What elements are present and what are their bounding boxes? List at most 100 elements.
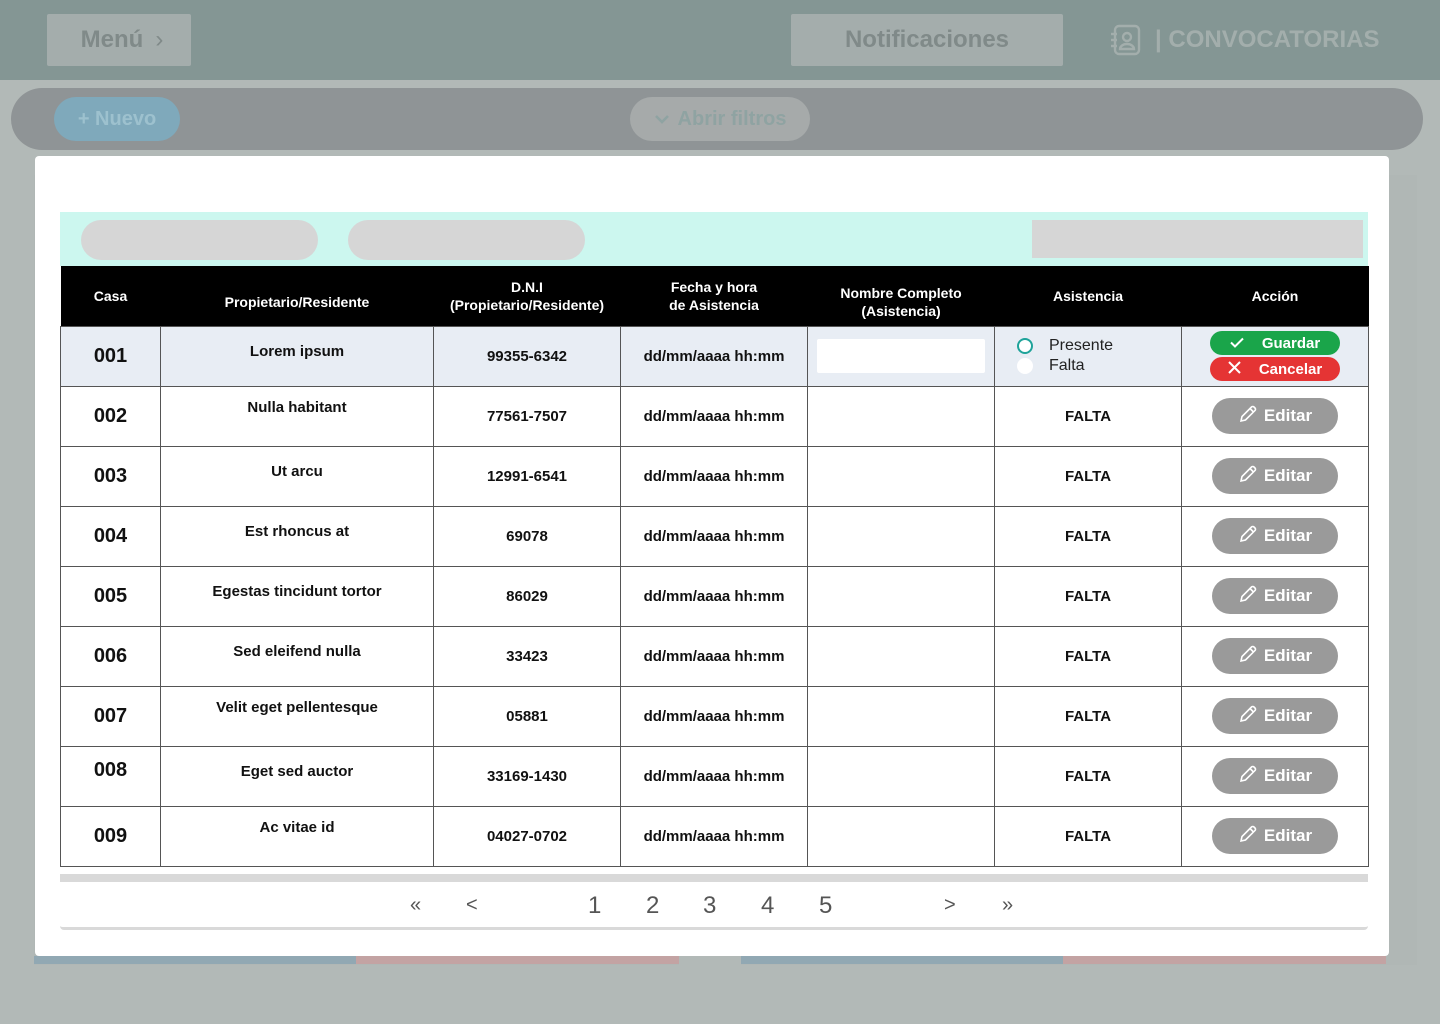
cancel-button[interactable]: Cancelar — [1210, 357, 1340, 381]
name-cell — [807, 745, 995, 807]
next-page-button[interactable]: > — [944, 894, 956, 917]
action-cell: Editar — [1181, 505, 1369, 567]
name-cell — [807, 385, 995, 447]
casa-cell: 001 — [60, 325, 161, 387]
datetime-cell: dd/mm/aaaa hh:mm — [620, 745, 808, 807]
background-strip — [34, 956, 356, 964]
check-icon — [1230, 335, 1244, 352]
chevron-right-icon: › — [155, 26, 164, 53]
background-strip — [1063, 956, 1386, 964]
page-number[interactable]: 2 — [646, 892, 659, 920]
last-page-button[interactable]: » — [1002, 894, 1013, 917]
filter-pill[interactable] — [348, 220, 585, 260]
edit-button[interactable]: Editar — [1212, 398, 1338, 434]
first-page-button[interactable]: « — [410, 894, 421, 917]
open-filters-button[interactable]: Abrir filtros — [630, 97, 810, 141]
edit-button[interactable]: Editar — [1212, 458, 1338, 494]
page-number[interactable]: 1 — [588, 892, 601, 920]
casa-cell: 004 — [60, 505, 161, 567]
pencil-icon — [1238, 584, 1258, 609]
column-header: D.N.I (Propietario/Residente) — [433, 266, 621, 326]
action-cell: Editar — [1181, 565, 1369, 627]
owner-cell: Velit eget pellentesque — [160, 685, 434, 747]
casa-cell: 003 — [60, 445, 161, 507]
casa-cell: 008 — [60, 745, 161, 807]
owner-cell: Sed eleifend nulla — [160, 625, 434, 687]
pencil-icon — [1238, 824, 1258, 849]
page-number[interactable]: 3 — [703, 892, 716, 920]
edit-button[interactable]: Editar — [1212, 578, 1338, 614]
table-row: 007 Velit eget pellentesque 05881 dd/mm/… — [60, 685, 1369, 747]
edit-button[interactable]: Editar — [1212, 818, 1338, 854]
menu-button[interactable]: Menú › — [47, 14, 191, 66]
dni-cell: 33423 — [433, 625, 621, 687]
pencil-icon — [1238, 644, 1258, 669]
page-number[interactable]: 5 — [819, 892, 832, 920]
edit-button[interactable]: Editar — [1212, 698, 1338, 734]
prev-page-button[interactable]: < — [466, 894, 478, 917]
status-badge: FALTA — [994, 505, 1182, 567]
table-row: 005 Egestas tincidunt tortor 86029 dd/mm… — [60, 565, 1369, 627]
edit-button[interactable]: Editar — [1212, 758, 1338, 794]
name-cell — [807, 325, 995, 387]
column-header: Propietario/Residente — [160, 266, 434, 326]
chevron-down-icon — [654, 108, 670, 131]
status-badge: FALTA — [994, 745, 1182, 807]
edit-label: Editar — [1263, 526, 1313, 545]
radio-falta[interactable]: Falta — [1017, 357, 1085, 375]
radio-presente[interactable]: Presente — [1017, 337, 1113, 355]
status-badge: FALTA — [994, 565, 1182, 627]
attendance-modal: Casa Propietario/Residente D.N.I (Propie… — [35, 156, 1389, 956]
pencil-icon — [1238, 464, 1258, 489]
column-header: Asistencia — [994, 266, 1182, 326]
table-row-editing: 001 Lorem ipsum 99355-6342 dd/mm/aaaa hh… — [60, 325, 1369, 387]
contact-book-icon — [1111, 24, 1141, 56]
page-number[interactable]: 4 — [761, 892, 774, 920]
column-header: Casa — [60, 266, 161, 326]
edit-button[interactable]: Editar — [1212, 638, 1338, 674]
name-cell — [807, 625, 995, 687]
action-cell: Editar — [1181, 745, 1369, 807]
owner-cell: Lorem ipsum — [160, 325, 434, 387]
edit-label: Editar — [1263, 766, 1313, 785]
radio-button-icon[interactable] — [1017, 338, 1033, 354]
radio-button-icon[interactable] — [1017, 358, 1033, 374]
datetime-cell: dd/mm/aaaa hh:mm — [620, 565, 808, 627]
datetime-cell: dd/mm/aaaa hh:mm — [620, 325, 808, 387]
filter-pill[interactable] — [81, 220, 318, 260]
dni-cell: 33169-1430 — [433, 745, 621, 807]
status-badge: FALTA — [994, 385, 1182, 447]
column-header: Fecha y hora de Asistencia — [620, 266, 808, 326]
table-row: 009 Ac vitae id 04027-0702 dd/mm/aaaa hh… — [60, 805, 1369, 867]
column-header: Acción — [1181, 266, 1369, 326]
brand-title: | CONVOCATORIAS — [1155, 26, 1380, 53]
filter-bar — [60, 212, 1368, 266]
edit-label: Editar — [1263, 646, 1313, 665]
status-badge: FALTA — [994, 805, 1182, 867]
table-row: 006 Sed eleifend nulla 33423 dd/mm/aaaa … — [60, 625, 1369, 687]
owner-cell: Ut arcu — [160, 445, 434, 507]
pencil-icon — [1238, 404, 1258, 429]
save-button[interactable]: Guardar — [1210, 331, 1340, 355]
column-header: Nombre Completo (Asistencia) — [807, 266, 995, 326]
close-icon — [1228, 360, 1241, 378]
name-cell — [807, 445, 995, 507]
pagination: « < 1 2 3 4 5 > » — [60, 874, 1368, 930]
full-name-input[interactable] — [817, 339, 985, 373]
cancel-label: Cancelar — [1258, 360, 1323, 378]
dni-cell: 12991-6541 — [433, 445, 621, 507]
datetime-cell: dd/mm/aaaa hh:mm — [620, 625, 808, 687]
action-cell: Editar — [1181, 685, 1369, 747]
edit-label: Editar — [1263, 586, 1313, 605]
new-button[interactable]: + Nuevo — [54, 97, 180, 141]
search-input[interactable] — [1032, 220, 1363, 258]
table-row: 002 Nulla habitant 77561-7507 dd/mm/aaaa… — [60, 385, 1369, 447]
attendance-radio-group: Presente Falta — [995, 337, 1181, 375]
edit-button[interactable]: Editar — [1212, 518, 1338, 554]
dni-cell: 77561-7507 — [433, 385, 621, 447]
action-cell: Editar — [1181, 625, 1369, 687]
radio-label: Falta — [1049, 357, 1085, 374]
notifications-button[interactable]: Notificaciones — [791, 14, 1063, 66]
name-cell — [807, 505, 995, 567]
datetime-cell: dd/mm/aaaa hh:mm — [620, 385, 808, 447]
